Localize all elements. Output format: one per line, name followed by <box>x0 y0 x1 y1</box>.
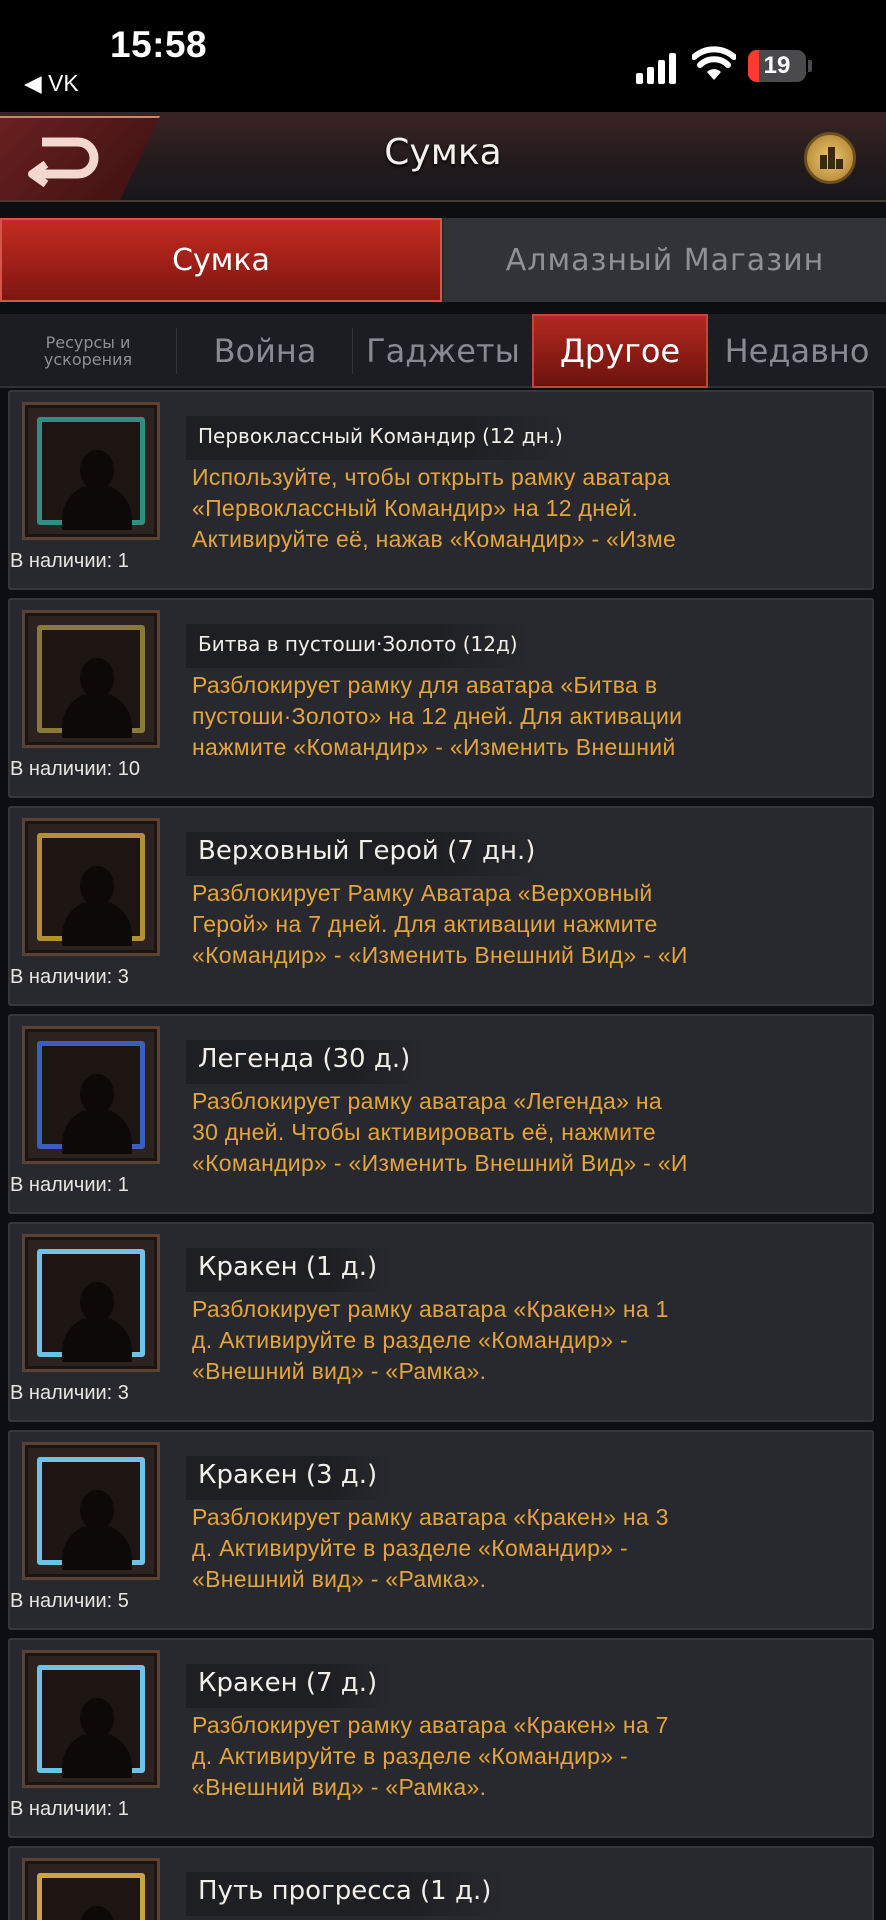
battery-icon: 19 <box>748 50 806 82</box>
list-item[interactable]: В наличии: 1 Первоклассный Командир (12 … <box>8 390 874 590</box>
status-bar: 15:58 ◀ VK 19 <box>0 0 886 112</box>
avatar-frame-icon <box>22 610 160 748</box>
list-item[interactable]: В наличии: 3 Верховный Герой (7 дн.) Раз… <box>8 806 874 1006</box>
list-item[interactable]: В наличии: 5 Кракен (3 д.) Разблокирует … <box>8 1430 874 1630</box>
item-name: Кракен (1 д.) <box>186 1248 392 1292</box>
item-quantity: В наличии: 10 <box>10 758 141 780</box>
tab-recent[interactable]: Недавно <box>708 314 886 388</box>
item-quantity: В наличии: 1 <box>10 550 129 572</box>
category-tabs: Ресурсы и ускорения Война Гаджеты Другое… <box>0 314 886 388</box>
avatar-frame-icon <box>22 1442 160 1580</box>
item-description: Разблокирует рамку аватара «Кракен» на 7… <box>192 1712 669 1800</box>
avatar-frame-icon <box>22 1858 160 1920</box>
item-name: Легенда (30 д.) <box>186 1040 425 1084</box>
list-item[interactable]: В наличии: 1 Кракен (7 д.) Разблокирует … <box>8 1638 874 1838</box>
item-name: Битва в пустоши·Золото (12д) <box>186 624 532 668</box>
wifi-icon <box>692 46 736 80</box>
tab-other[interactable]: Другое <box>532 314 708 388</box>
list-item[interactable]: В наличии: 1 Легенда (30 д.) Разблокируе… <box>8 1014 874 1214</box>
item-quantity: В наличии: 1 <box>10 1798 129 1820</box>
ranking-chart-icon[interactable] <box>804 132 856 184</box>
tab-resources-speedups[interactable]: Ресурсы и ускорения <box>0 314 176 388</box>
item-description: Разблокирует рамку аватара «Кракен» на 1… <box>192 1296 669 1384</box>
tab-diamond-shop[interactable]: Алмазный Магазин <box>444 218 886 302</box>
cellular-signal-icon <box>636 50 680 84</box>
status-time: 15:58 <box>110 24 208 65</box>
list-item[interactable]: Путь прогресса (1 д.) <box>8 1846 874 1920</box>
item-name: Первоклассный Командир (12 дн.) <box>186 416 577 460</box>
item-quantity: В наличии: 5 <box>10 1590 129 1612</box>
tab-bag[interactable]: Сумка <box>0 218 442 302</box>
avatar-frame-icon <box>22 818 160 956</box>
item-name: Путь прогресса (1 д.) <box>186 1872 506 1916</box>
item-description: Разблокирует рамку для аватара «Битва вп… <box>192 672 683 760</box>
item-description: Разблокирует рамку аватара «Кракен» на 3… <box>192 1504 669 1592</box>
item-quantity: В наличии: 1 <box>10 1174 129 1196</box>
item-quantity: В наличии: 3 <box>10 1382 129 1404</box>
avatar-frame-icon <box>22 1234 160 1372</box>
main-tabs: Сумка Алмазный Магазин <box>0 218 886 302</box>
item-description: Разблокирует Рамку Аватара «Верховный Гер… <box>192 880 688 968</box>
app-header: Сумка <box>0 112 886 202</box>
avatar-frame-icon <box>22 1650 160 1788</box>
tab-gadgets[interactable]: Гаджеты <box>354 314 532 388</box>
tab-war[interactable]: Война <box>178 314 352 388</box>
item-name: Кракен (7 д.) <box>186 1664 392 1708</box>
back-to-app-link[interactable]: ◀ VK <box>24 70 79 97</box>
item-quantity: В наличии: 3 <box>10 966 129 988</box>
avatar-frame-icon <box>22 402 160 540</box>
page-title: Сумка <box>384 132 502 173</box>
avatar-frame-icon <box>22 1026 160 1164</box>
list-item[interactable]: В наличии: 3 Кракен (1 д.) Разблокирует … <box>8 1222 874 1422</box>
item-name: Верховный Герой (7 дн.) <box>186 832 550 876</box>
item-description: Используйте, чтобы открыть рамку аватара… <box>192 464 677 552</box>
item-name: Кракен (3 д.) <box>186 1456 392 1500</box>
battery-level: 19 <box>763 52 791 79</box>
list-item[interactable]: В наличии: 10 Битва в пустоши·Золото (12… <box>8 598 874 798</box>
item-description: Разблокирует рамку аватара «Легенда» на 3… <box>192 1088 688 1176</box>
